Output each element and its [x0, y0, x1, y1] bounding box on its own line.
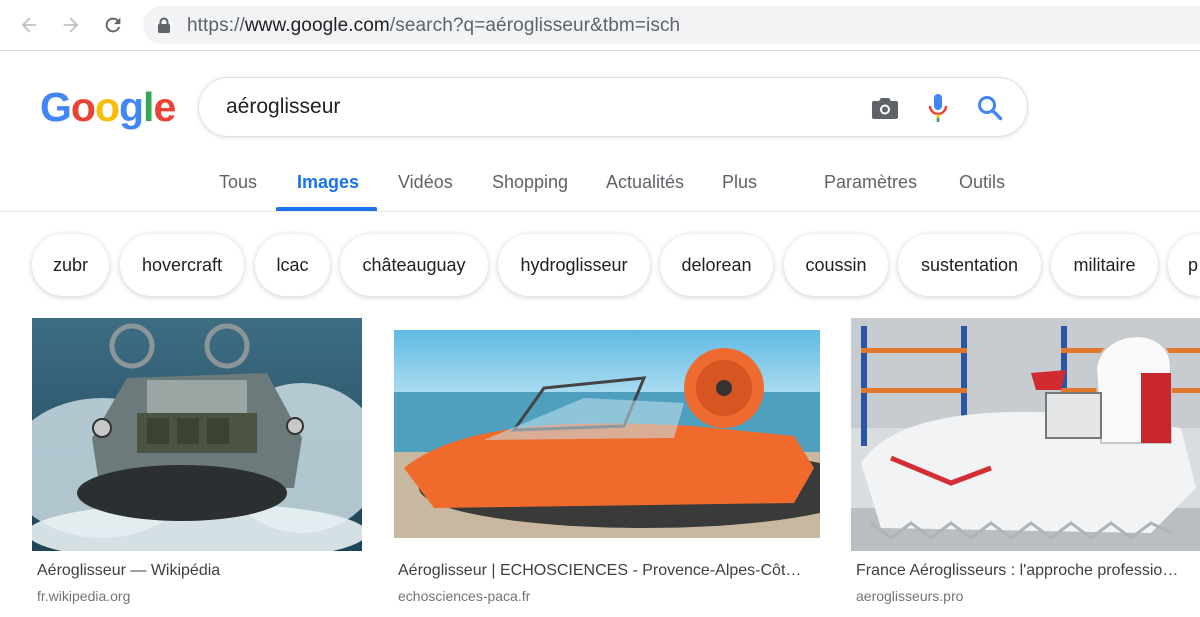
related-search-chip[interactable]: zubr: [32, 234, 109, 296]
reload-icon: [105, 17, 121, 33]
result-title[interactable]: Aéroglisseur | ECHOSCIENCES - Provence-A…: [398, 562, 818, 580]
related-search-chip[interactable]: delorean: [660, 234, 773, 296]
forward-button[interactable]: [56, 10, 86, 40]
search-icon: [978, 96, 1003, 121]
tab-all[interactable]: Tous: [219, 172, 257, 193]
tab-news[interactable]: Actualités: [606, 172, 684, 193]
result-title[interactable]: France Aéroglisseurs : l'approche profes…: [856, 562, 1191, 580]
related-search-chip[interactable]: hovercraft: [120, 234, 244, 296]
image-thumbnail[interactable]: [32, 318, 362, 551]
related-search-chip[interactable]: châteauguay: [340, 234, 488, 296]
lock-icon: [158, 17, 170, 33]
logo-letter: e: [153, 84, 176, 130]
forward-arrow-icon: [63, 17, 79, 33]
tab-shopping[interactable]: Shopping: [492, 172, 568, 193]
image-thumbnail[interactable]: [394, 318, 820, 551]
address-bar[interactable]: https://www.google.com/search?q=aéroglis…: [143, 6, 1200, 44]
voice-search-button[interactable]: [924, 94, 952, 122]
search-input[interactable]: aéroglisseur: [226, 95, 340, 119]
result-title[interactable]: Aéroglisseur — Wikipédia: [37, 562, 359, 580]
microphone-icon: [928, 94, 948, 122]
related-search-chip[interactable]: hydroglisseur: [498, 234, 650, 296]
search-box[interactable]: aéroglisseur: [198, 77, 1028, 137]
image-search-button[interactable]: [871, 94, 899, 122]
tab-more[interactable]: Plus: [722, 172, 757, 193]
logo-letter: o: [70, 84, 96, 130]
tab-tools[interactable]: Outils: [959, 172, 1005, 193]
active-tab-indicator: [276, 207, 377, 211]
google-logo[interactable]: Google: [40, 84, 176, 131]
related-search-chip[interactable]: coussin: [784, 234, 888, 296]
back-arrow-icon: [21, 17, 37, 33]
url-path: /search?q=aéroglisseur&tbm=isch: [389, 15, 681, 36]
url-text: https://www.google.com/search?q=aéroglis…: [187, 15, 680, 37]
search-tabs: Tous Images Vidéos Shopping Actualités P…: [0, 160, 1200, 212]
logo-letter: l: [143, 84, 154, 130]
camera-icon: [872, 98, 898, 119]
back-button[interactable]: [14, 10, 44, 40]
related-search-chip[interactable]: lcac: [255, 234, 330, 296]
logo-letter: G: [40, 84, 72, 130]
result-domain[interactable]: fr.wikipedia.org: [37, 588, 130, 604]
url-scheme: https://: [187, 15, 245, 36]
tab-videos[interactable]: Vidéos: [398, 172, 453, 193]
related-search-chip[interactable]: p: [1168, 234, 1200, 296]
tab-images[interactable]: Images: [297, 172, 359, 193]
reload-button[interactable]: [98, 10, 128, 40]
logo-letter: o: [94, 84, 120, 130]
search-button[interactable]: [976, 94, 1004, 122]
related-search-chip[interactable]: sustentation: [898, 234, 1041, 296]
browser-toolbar: https://www.google.com/search?q=aéroglis…: [0, 0, 1200, 51]
tab-settings[interactable]: Paramètres: [824, 172, 917, 193]
related-search-chip[interactable]: militaire: [1051, 234, 1158, 296]
url-host: www.google.com: [244, 15, 390, 36]
result-domain[interactable]: echosciences-paca.fr: [398, 588, 530, 604]
result-domain[interactable]: aeroglisseurs.pro: [856, 588, 963, 604]
logo-letter: g: [119, 84, 144, 130]
image-thumbnail[interactable]: [851, 318, 1200, 551]
